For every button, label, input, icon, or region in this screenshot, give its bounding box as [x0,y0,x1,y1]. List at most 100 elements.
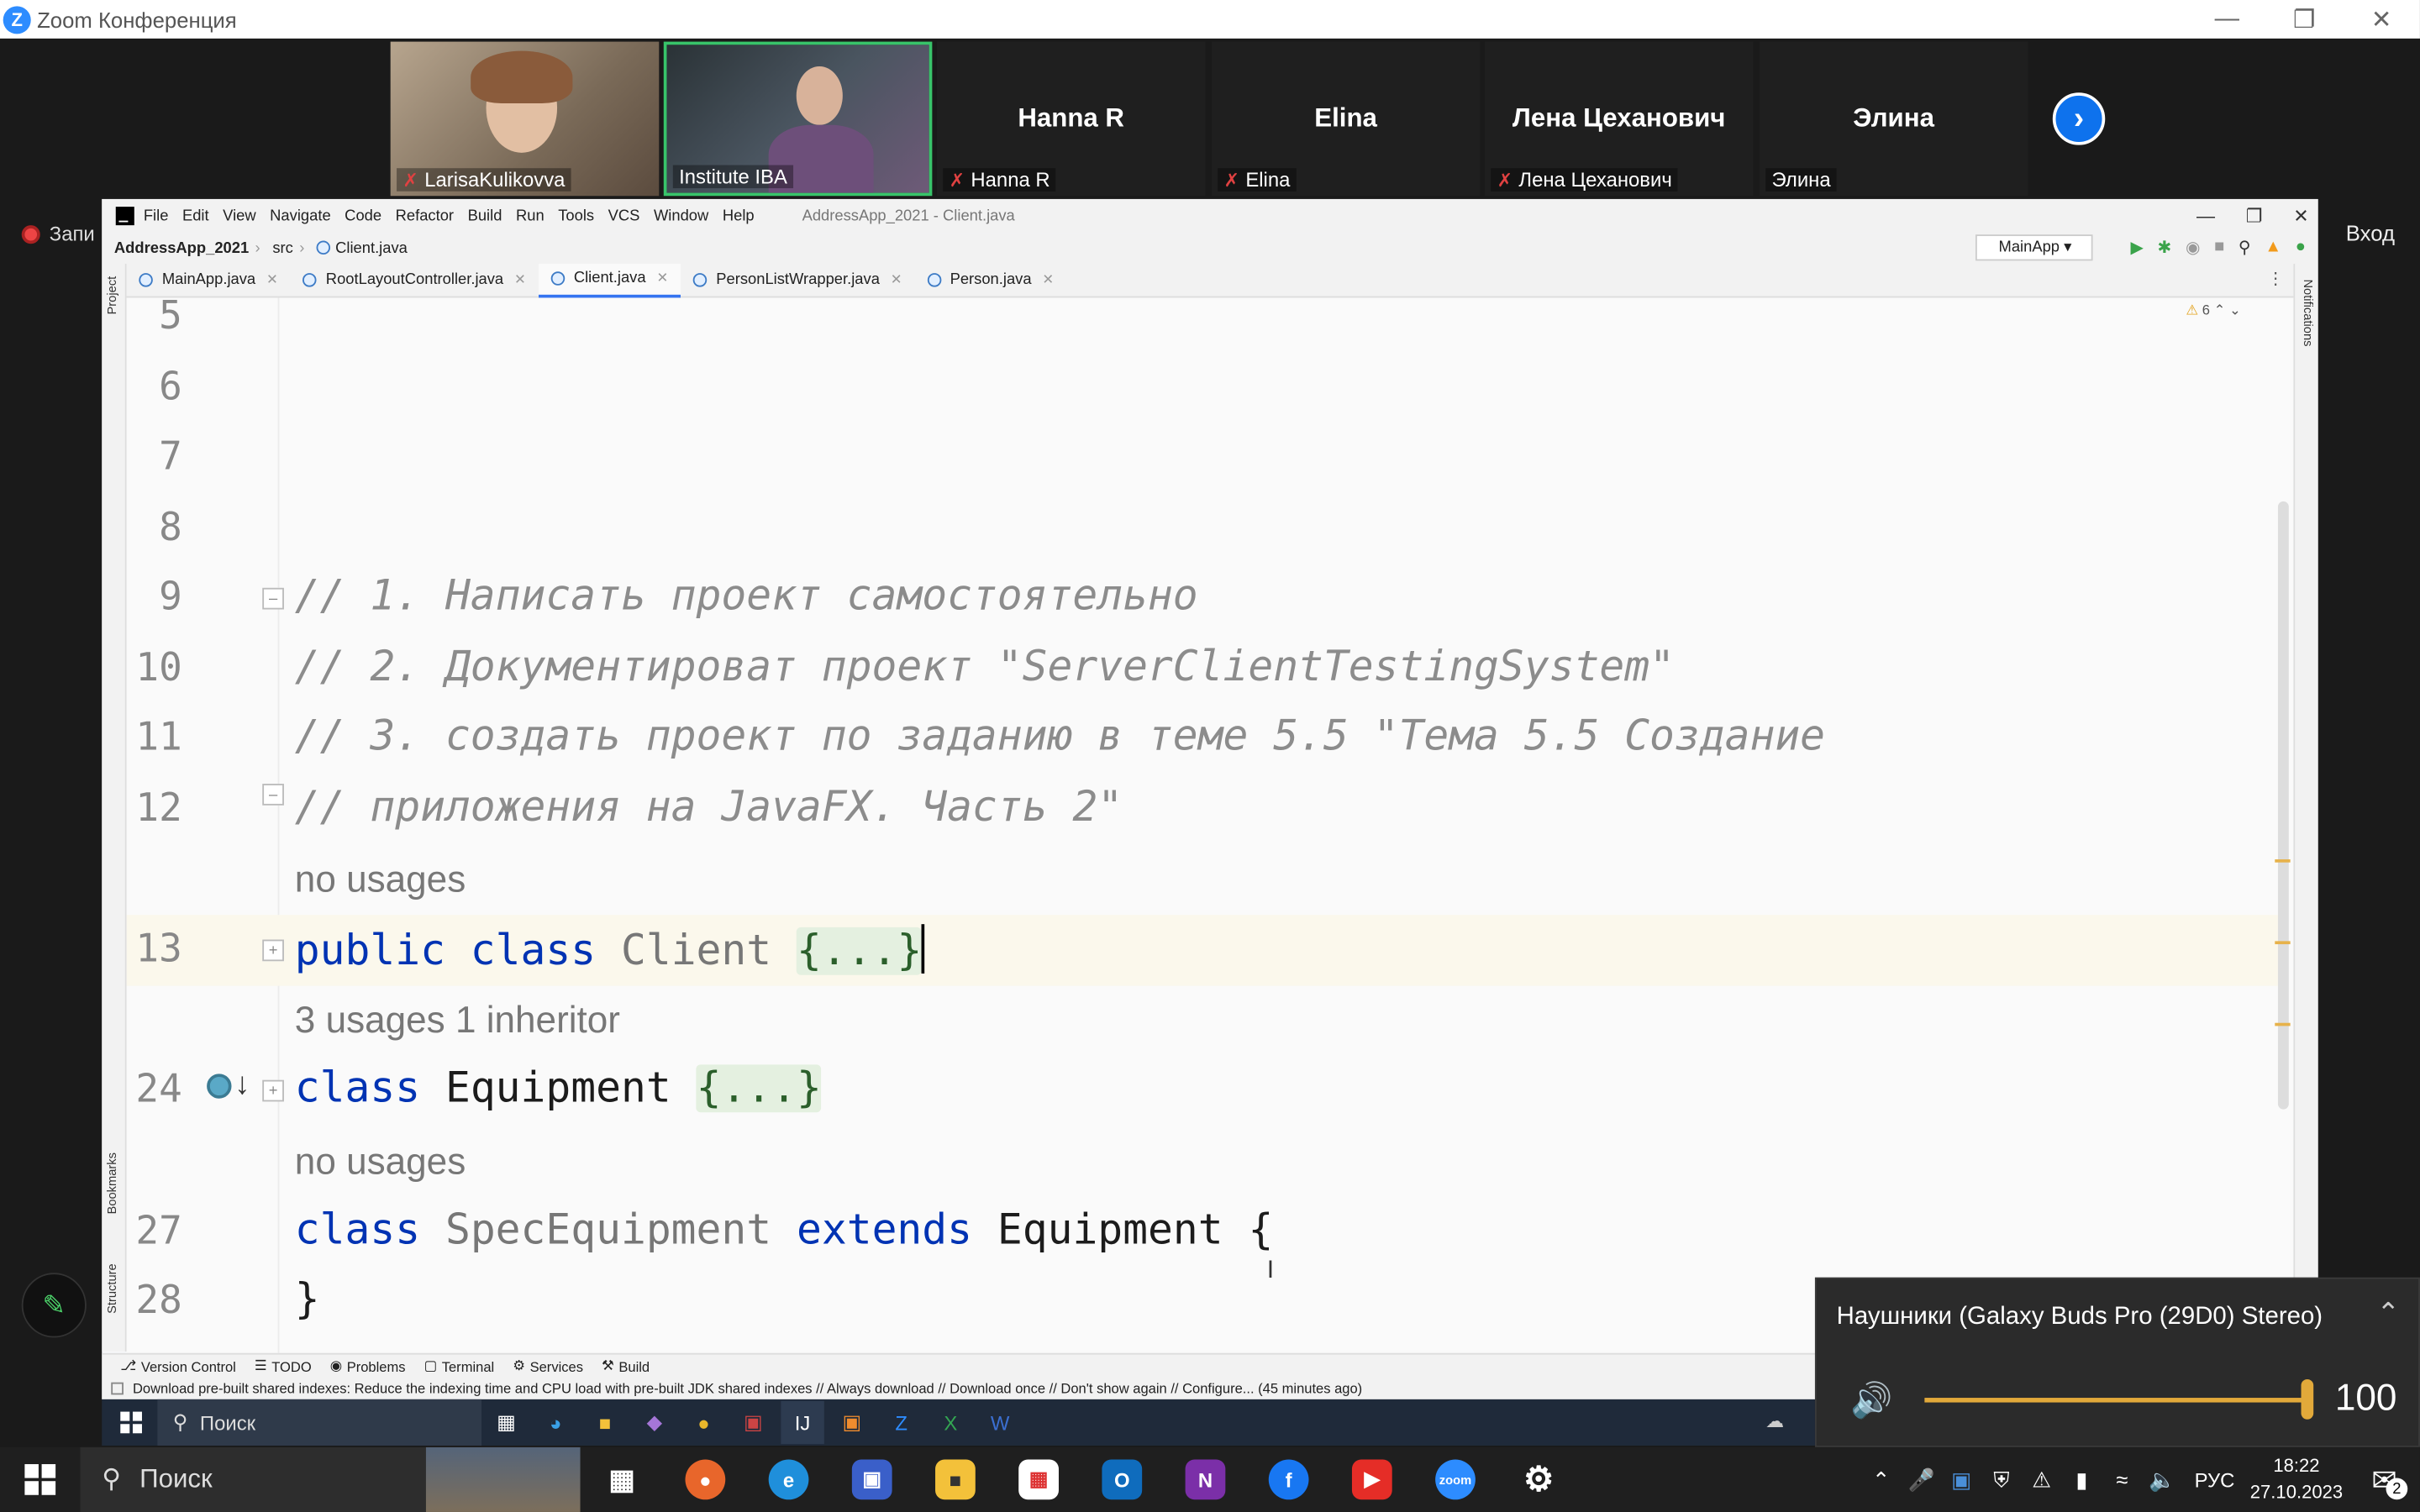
close-tab-icon[interactable]: ✕ [266,271,278,288]
tab-personlistwrapper[interactable]: PersonListWrapper.java ✕ [681,263,914,297]
participant-tile[interactable]: Elina ✗ Elina [1211,41,1481,197]
login-button[interactable]: Вход [2346,221,2395,245]
structure-tool-button[interactable]: Structure [105,1263,119,1314]
explorer-icon[interactable]: ■ [583,1401,626,1444]
menu-vcs[interactable]: VCS [608,207,640,224]
participant-tile[interactable]: Лена Цеханович ✗ Лена Цеханович [1484,41,1754,197]
terminal-tab[interactable]: ▢ Terminal [424,1357,495,1374]
tab-client[interactable]: Client.java ✕ [538,263,681,297]
more-tabs-icon[interactable]: ⋮ [2267,269,2284,288]
zoom-app-icon[interactable]: Z [880,1401,923,1444]
network-warning-icon[interactable]: ⚠ [2022,1467,2062,1493]
settings-icon[interactable]: ⚙ [1507,1447,1571,1512]
firefox-icon[interactable]: ● [673,1447,738,1512]
close-tab-icon[interactable]: ✕ [514,271,526,288]
annotate-pen-button[interactable]: ✎ [21,1273,87,1338]
fold-icon[interactable]: – [262,587,284,610]
wifi-icon[interactable]: ≈ [2102,1467,2142,1492]
start-button[interactable] [24,1464,56,1495]
folded-block[interactable]: {...} [797,927,923,975]
expand-icon[interactable]: + [262,939,284,962]
menu-edit[interactable]: Edit [182,207,209,224]
menu-refactor[interactable]: Refactor [396,207,454,224]
chevron-up-icon[interactable]: ⌃ [1861,1467,1902,1493]
menu-file[interactable]: File [144,207,169,224]
plugin-icon[interactable]: ● [2296,238,2306,258]
close-button[interactable]: ✕ [2343,0,2420,39]
outlook-tray-icon[interactable]: ▣ [1941,1467,1981,1493]
version-control-tab[interactable]: ⎇ Version Control [120,1357,236,1374]
status-message[interactable]: Download pre-built shared indexes: Reduc… [133,1381,1362,1396]
taskbar-search[interactable]: ⚲ Поиск [80,1446,581,1512]
build-tab[interactable]: ⚒ Build [602,1357,650,1374]
ide-restore-button[interactable]: ❐ [2246,205,2263,227]
menu-tools[interactable]: Tools [558,207,594,224]
audio-device-name[interactable]: Наушники (Galaxy Buds Pro (29D0) Stereo) [1837,1304,2323,1331]
excel-icon[interactable]: X [929,1401,972,1444]
restore-button[interactable]: ❐ [2265,0,2343,39]
notifications-tool-button[interactable]: Notifications [2302,279,2316,346]
stop-icon[interactable]: ■ [2214,238,2224,258]
tab-rootlayoutcontroller[interactable]: RootLayoutController.java ✕ [291,263,539,297]
run-icon[interactable]: ▶ [2130,238,2144,258]
next-page-button[interactable]: › [2052,92,2106,145]
search-icon[interactable]: ⚲ [2238,238,2251,258]
menu-code[interactable]: Code [345,207,381,224]
expand-icon[interactable]: + [262,1079,284,1102]
chrome-icon[interactable]: ● [682,1401,725,1444]
close-tab-icon[interactable]: ✕ [891,271,902,288]
menu-view[interactable]: View [223,207,255,224]
code-editor[interactable]: ⚠ 6 ⌃ ⌄ 5 6 7 8 9 – // 1. Написать проек… [126,297,2294,1353]
todo-tab[interactable]: ☰ TODO [255,1357,312,1374]
menu-run[interactable]: Run [516,207,544,224]
volume-slider-thumb[interactable] [2301,1379,2314,1420]
project-tool-button[interactable]: Project [105,276,119,315]
intellij-taskbar-icon[interactable]: IJ [781,1400,824,1445]
youtube-icon[interactable]: ▶ [1339,1447,1404,1512]
clock[interactable]: 18:22 27.10.2023 [2250,1453,2343,1505]
file-explorer-icon[interactable]: ■ [923,1447,987,1512]
usages-hint[interactable]: no usages [295,1142,466,1184]
bookmarks-tool-button[interactable]: Bookmarks [105,1152,119,1214]
recording-indicator[interactable]: Запи [21,222,95,245]
menu-help[interactable]: Help [723,207,755,224]
remote-search-box[interactable]: ⚲ Поиск [157,1399,482,1446]
menu-build[interactable]: Build [468,207,502,224]
volume-slider[interactable] [1924,1398,2307,1403]
participant-tile-active[interactable]: Institute IBA [663,41,933,197]
power-icon[interactable]: ▮ [2062,1467,2102,1493]
run-configuration-select[interactable]: MainApp ▾ [1975,234,2093,261]
coverage-icon[interactable]: ◉ [2186,238,2201,258]
security-shield-icon[interactable]: ⛨ [1981,1467,2022,1493]
menu-navigate[interactable]: Navigate [270,207,330,224]
task-view-icon[interactable]: ▦ [485,1401,528,1444]
menu-window[interactable]: Window [654,207,708,224]
word-icon[interactable]: W [978,1401,1021,1444]
implemented-gutter-icon[interactable] [207,1074,232,1099]
tab-person[interactable]: Person.java ✕ [914,263,1066,297]
close-tab-icon[interactable]: ✕ [656,270,668,286]
task-view-icon[interactable]: ▦ [590,1447,655,1512]
minimize-button[interactable]: — [2188,0,2265,39]
microphone-icon[interactable]: 🎤 [1902,1467,1942,1493]
save-app-icon[interactable]: ▣ [732,1401,775,1444]
breadcrumb-folder[interactable]: src [272,240,293,257]
notification-center-icon[interactable]: ✉ 2 [2361,1457,2408,1503]
participant-tile[interactable]: Hanna R ✗ Hanna R [936,41,1206,197]
language-indicator[interactable]: РУС [2195,1468,2235,1492]
close-tab-icon[interactable]: ✕ [1042,271,1054,288]
folded-block[interactable]: {...} [696,1064,822,1113]
participant-tile[interactable]: Элина Элина [1759,41,2028,197]
ide-close-button[interactable]: ✕ [2293,205,2308,227]
volume-icon[interactable]: 🔈 [2142,1467,2182,1493]
store-icon[interactable]: ▦ [1007,1447,1071,1512]
debug-icon[interactable]: ✱ [2158,238,2172,258]
save-app-icon[interactable]: ▣ [839,1447,904,1512]
facebook-icon[interactable]: f [1256,1447,1321,1512]
app-icon[interactable]: ▣ [830,1401,873,1444]
problems-tab[interactable]: ◉ Problems [330,1357,406,1374]
speaker-icon[interactable]: 🔊 [1850,1381,1892,1421]
zoom-icon[interactable]: zoom [1423,1447,1487,1512]
usages-hint[interactable]: 3 usages 1 inheritor [295,1000,620,1042]
participant-tile[interactable]: ✗ LarisaKulikovva [390,41,660,197]
